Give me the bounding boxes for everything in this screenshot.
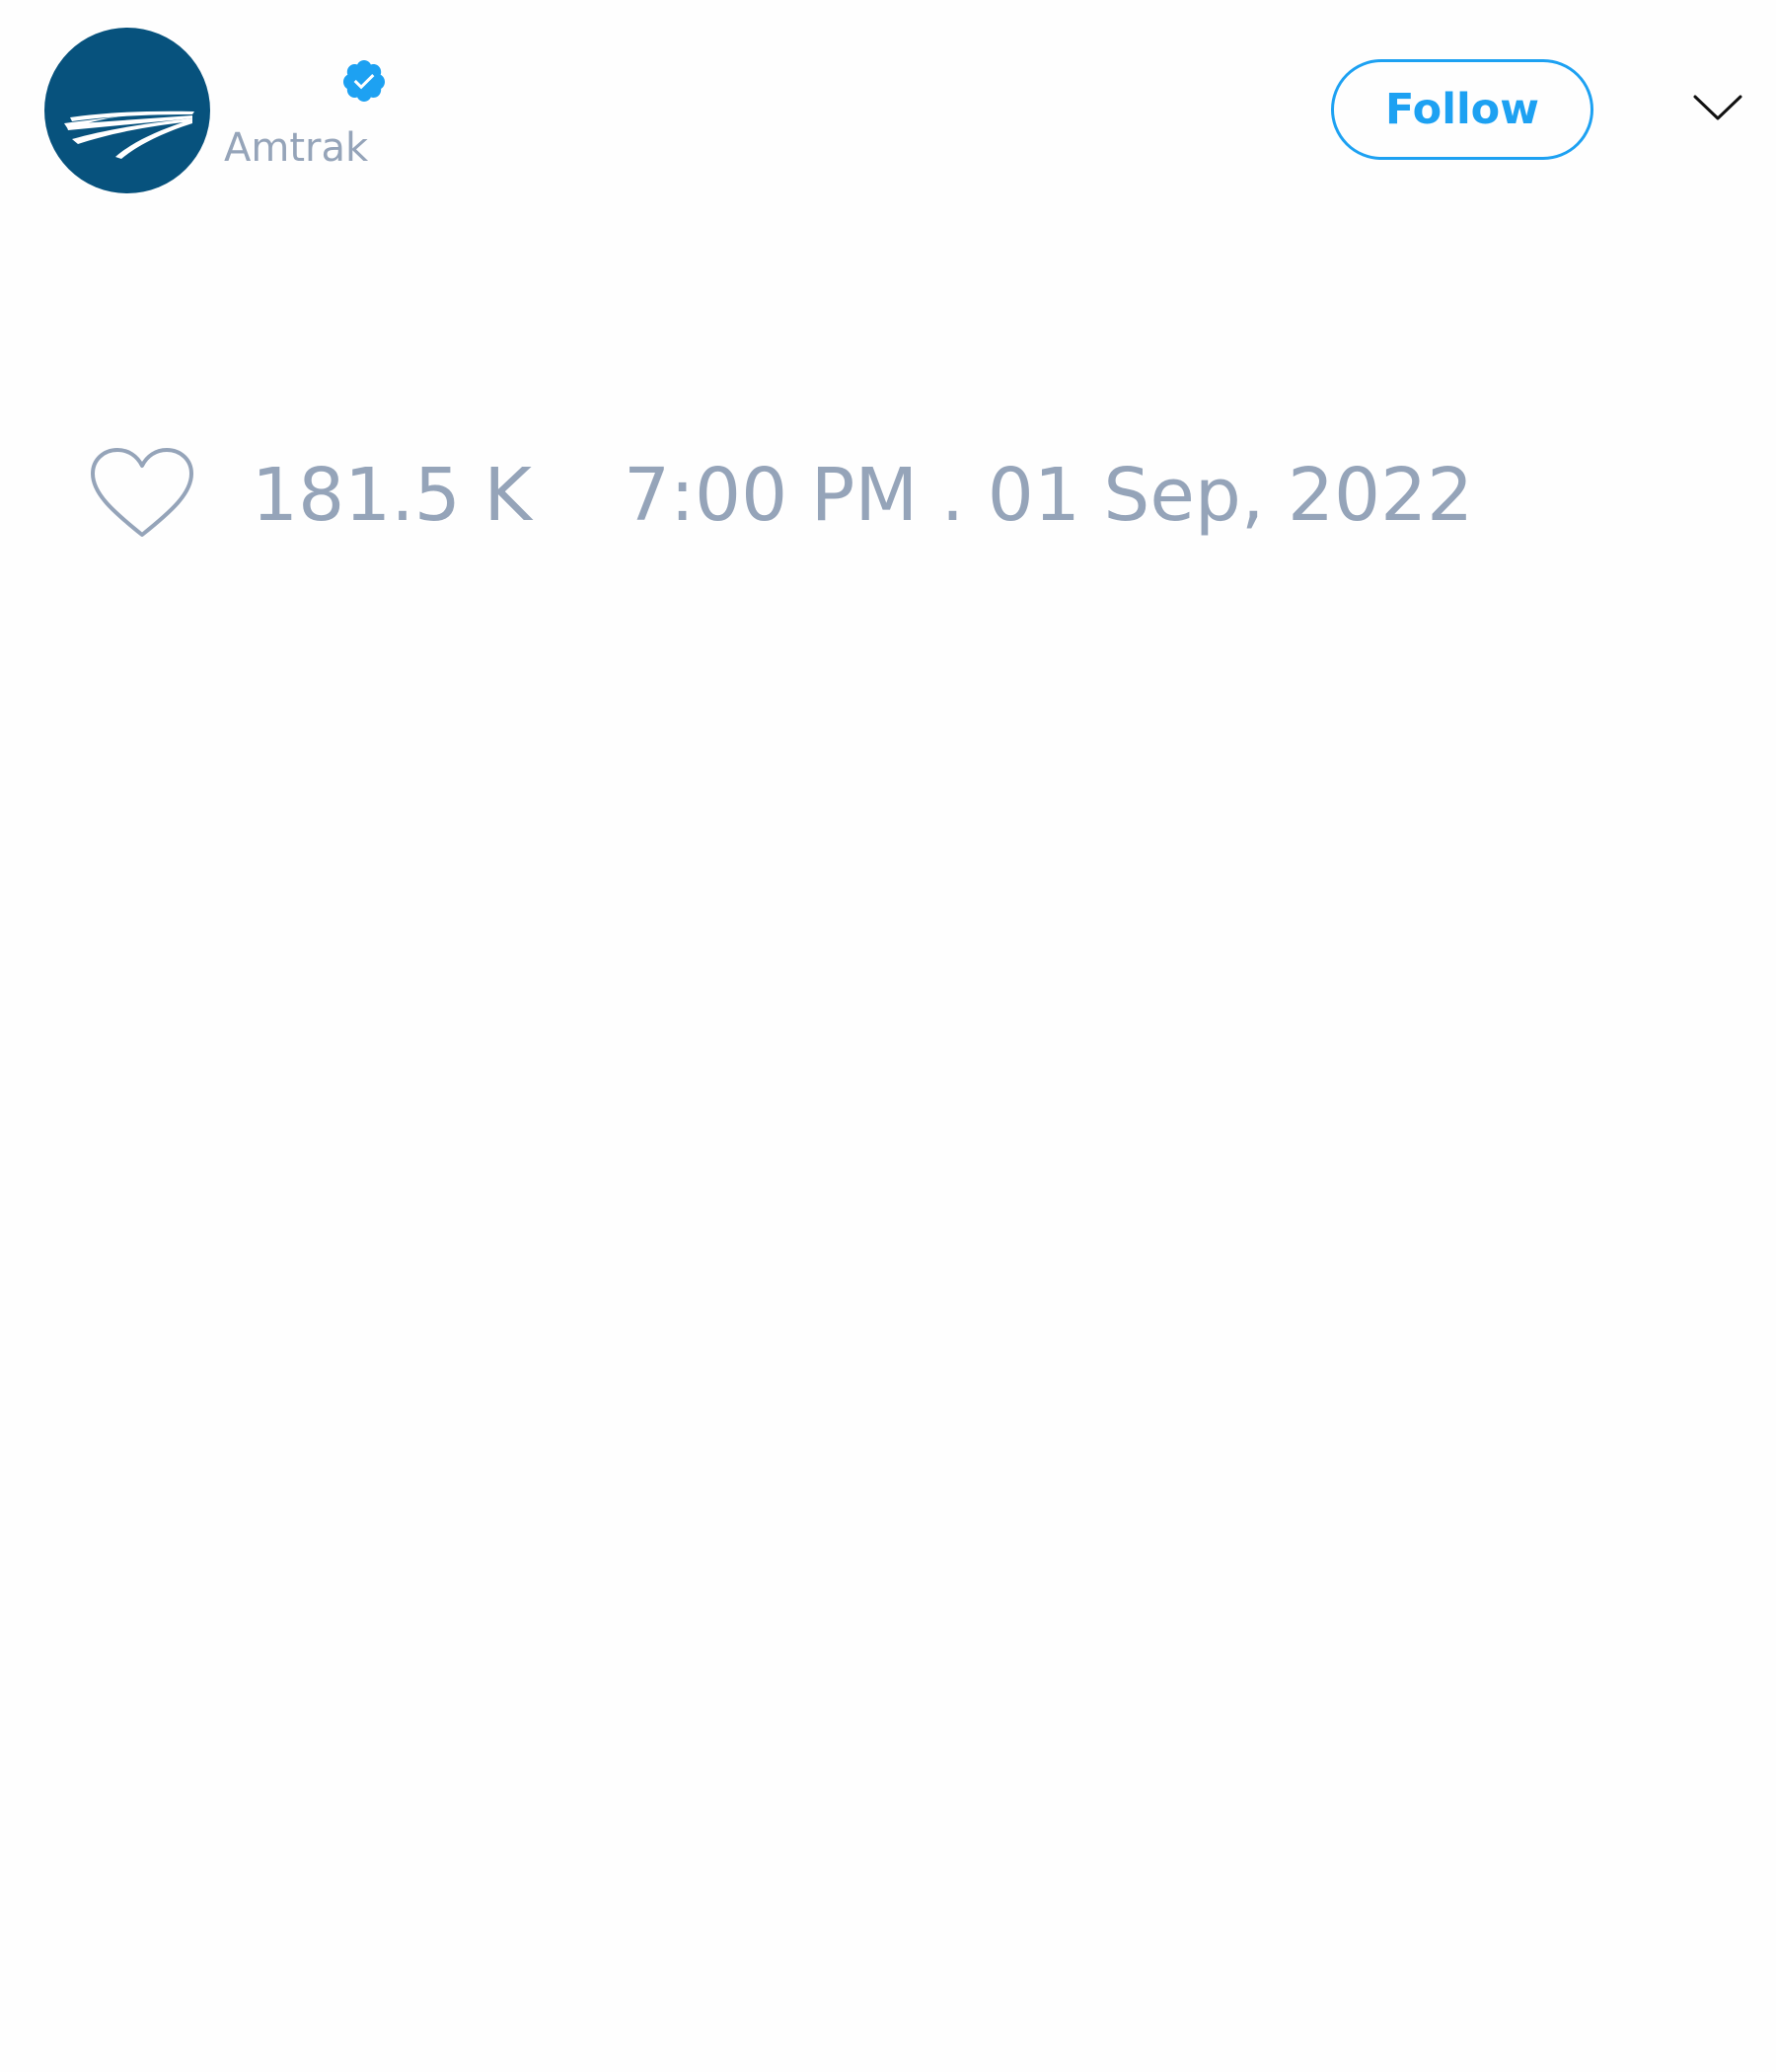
verified-badge-icon — [340, 57, 388, 105]
user-handle[interactable]: Amtrak — [224, 124, 368, 172]
avatar[interactable] — [44, 28, 210, 193]
amtrak-logo-icon — [64, 111, 194, 159]
heart-outline-icon[interactable] — [89, 446, 195, 541]
like-count: 181.5 K — [252, 453, 532, 538]
follow-button[interactable]: Follow — [1331, 59, 1593, 160]
tweet-timestamp[interactable]: 7:00 PM . 01 Sep, 2022 — [624, 452, 1473, 539]
tweet-card: Amtrak Follow 181.5 K 7:00 PM . 01 Sep, … — [0, 0, 1776, 2072]
chevron-down-icon[interactable] — [1692, 89, 1743, 128]
